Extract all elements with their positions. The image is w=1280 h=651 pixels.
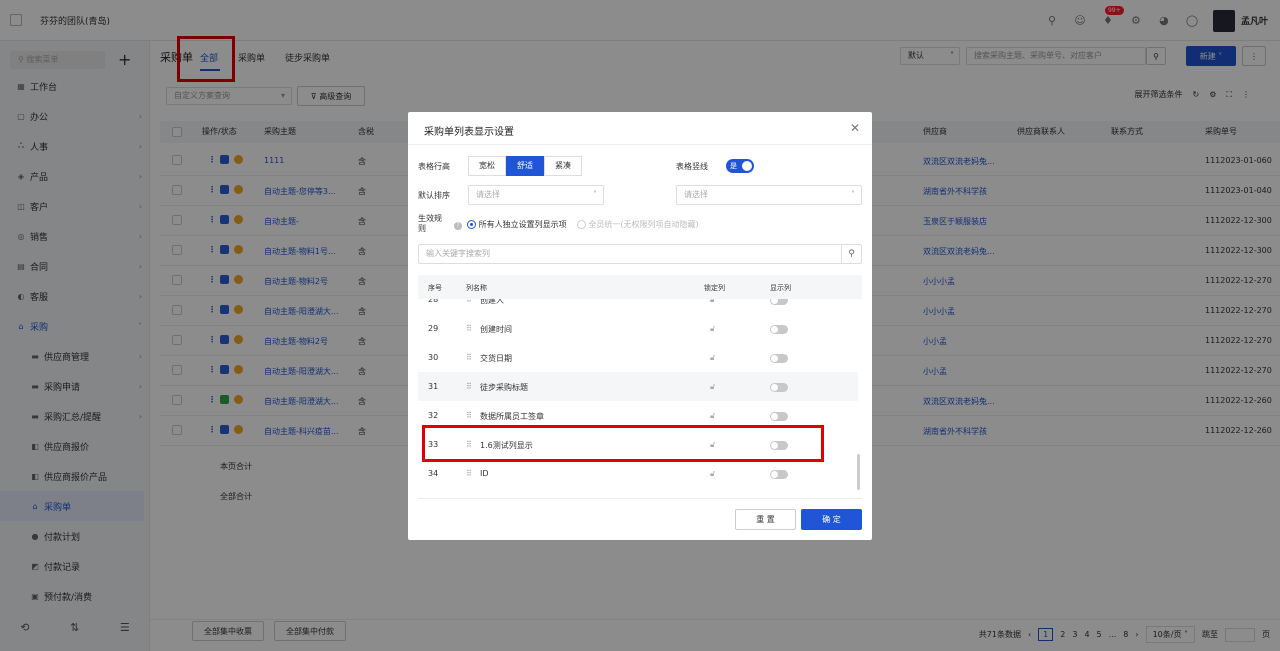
- sort-field-select[interactable]: 请选择 ˅: [468, 185, 604, 205]
- column-table-header: 序号 列名称 锁定列 显示列: [418, 275, 862, 299]
- column-name: ID: [480, 469, 489, 478]
- sort-order-select[interactable]: 请选择 ˅: [676, 185, 862, 205]
- column-no: 30: [428, 353, 439, 362]
- column-row[interactable]: 29 ⠿ 创建时间 🔓︎: [418, 314, 858, 343]
- drag-handle-icon[interactable]: ⠿: [466, 411, 472, 420]
- chevron-down-icon: ˅: [851, 190, 855, 199]
- column-no: 32: [428, 411, 439, 420]
- rule-label: 生效规则: [418, 214, 442, 233]
- rule-radio-unified[interactable]: [576, 220, 586, 229]
- rule-options: ? 所有人独立设置列显示项 全员统一(无权限列项自动隐藏): [454, 219, 699, 230]
- drag-handle-icon[interactable]: ⠿: [466, 469, 472, 478]
- show-column-toggle[interactable]: [770, 383, 788, 392]
- search-icon: ⚲: [841, 245, 861, 263]
- divider: [408, 144, 872, 145]
- column-name: 数据所属员工签章: [480, 412, 544, 421]
- column-settings-dialog: 采购单列表显示设置 ✕ 表格行高 宽松 舒适 紧凑 表格竖线 是 默认排序 请选…: [408, 112, 872, 540]
- close-icon[interactable]: ✕: [850, 121, 860, 135]
- show-column-toggle[interactable]: [770, 299, 788, 305]
- default-sort-label: 默认排序: [418, 191, 450, 200]
- row-height-compact[interactable]: 紧凑: [544, 156, 582, 176]
- row-height-label: 表格行高: [418, 162, 450, 171]
- divider: [418, 498, 862, 499]
- highlight-box-row: [422, 425, 824, 462]
- row-height-segment: 宽松 舒适 紧凑: [468, 156, 582, 176]
- col-header: 锁定列: [704, 284, 725, 292]
- border-label: 表格竖线: [676, 162, 708, 171]
- column-name: 创建人: [480, 299, 504, 305]
- drag-handle-icon[interactable]: ⠿: [466, 299, 472, 304]
- scrollbar[interactable]: [857, 454, 860, 490]
- column-row[interactable]: 34 ⠿ ID 🔓︎: [418, 459, 858, 488]
- col-header: 显示列: [770, 284, 791, 292]
- lock-icon[interactable]: 🔓︎: [710, 469, 715, 479]
- column-no: 28: [428, 299, 439, 304]
- column-name: 创建时间: [480, 325, 512, 334]
- reset-button[interactable]: 重 置: [735, 509, 796, 530]
- rule-radio-individual[interactable]: [467, 220, 477, 229]
- column-name: 徒步采购标题: [480, 383, 528, 392]
- lock-icon[interactable]: 🔓︎: [710, 353, 715, 363]
- border-toggle[interactable]: 是: [726, 159, 754, 173]
- lock-icon[interactable]: 🔓︎: [710, 299, 715, 305]
- show-column-toggle[interactable]: [770, 325, 788, 334]
- column-no: 29: [428, 324, 439, 333]
- rule-opt2-label: 全员统一(无权限列项自动隐藏): [588, 220, 699, 229]
- lock-icon[interactable]: 🔓︎: [710, 411, 715, 421]
- help-icon[interactable]: ?: [454, 222, 462, 230]
- column-search-input[interactable]: 输入关键字搜索列 ⚲: [418, 244, 862, 264]
- drag-handle-icon[interactable]: ⠿: [466, 324, 472, 333]
- rule-opt1-label: 所有人独立设置列显示项: [478, 220, 567, 229]
- column-row[interactable]: 30 ⠿ 交货日期 🔓︎: [418, 343, 858, 372]
- column-row[interactable]: 31 ⠿ 徒步采购标题 🔓︎: [418, 372, 858, 401]
- row-height-comfort[interactable]: 舒适: [506, 156, 544, 176]
- column-no: 31: [428, 382, 439, 391]
- show-column-toggle[interactable]: [770, 354, 788, 363]
- chevron-down-icon: ˅: [593, 190, 597, 199]
- drag-handle-icon[interactable]: ⠿: [466, 353, 472, 362]
- drag-handle-icon[interactable]: ⠿: [466, 382, 472, 391]
- show-column-toggle[interactable]: [770, 470, 788, 479]
- row-height-loose[interactable]: 宽松: [468, 156, 506, 176]
- dialog-title: 采购单列表显示设置: [424, 127, 514, 138]
- col-header: 序号: [428, 284, 442, 292]
- confirm-button[interactable]: 确 定: [801, 509, 862, 530]
- show-column-toggle[interactable]: [770, 412, 788, 421]
- column-row[interactable]: 28 ⠿ 创建人 🔓︎: [418, 299, 858, 314]
- col-header: 列名称: [466, 284, 487, 292]
- column-name: 交货日期: [480, 354, 512, 363]
- lock-icon[interactable]: 🔓︎: [710, 382, 715, 392]
- column-no: 34: [428, 469, 439, 478]
- lock-icon[interactable]: 🔓︎: [710, 324, 715, 334]
